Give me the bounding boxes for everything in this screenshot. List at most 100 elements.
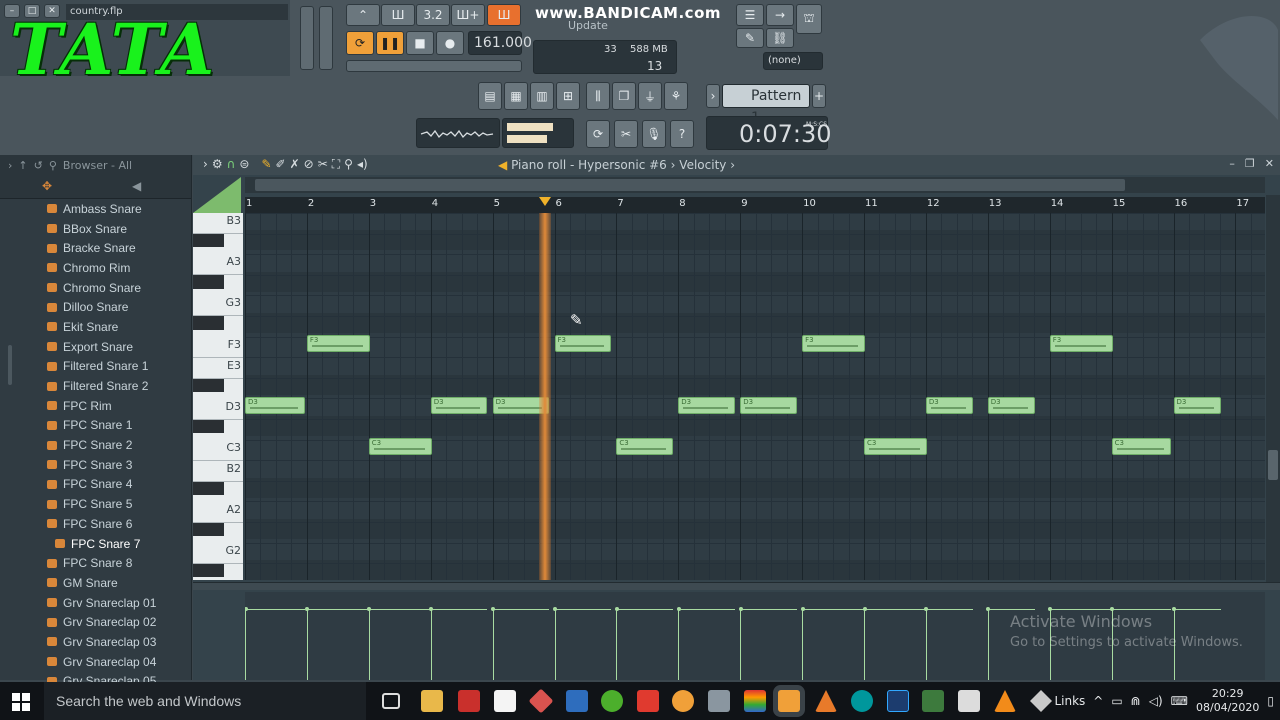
browser-item[interactable]: Filtered Snare 2	[0, 376, 192, 396]
taskbar-search-input[interactable]: Search the web and Windows	[44, 682, 366, 720]
black-key[interactable]	[193, 522, 224, 536]
note[interactable]: C3	[368, 438, 432, 455]
note[interactable]: D3	[430, 397, 488, 414]
help-button[interactable]: ?	[670, 120, 694, 148]
reset-button[interactable]: ⟳	[586, 120, 610, 148]
velocity-stem[interactable]	[987, 609, 989, 680]
note[interactable]: F3	[306, 335, 370, 352]
browser-item[interactable]: FPC Snare 3	[0, 455, 192, 475]
app-icon-3[interactable]	[958, 690, 980, 712]
note-grid[interactable]: D3 F3 C3 D3 D3 F3 C3 D3 D3 F3 C3 D3 D3 F3 C3 D3 ✎	[245, 213, 1265, 580]
black-key[interactable]	[193, 563, 224, 577]
stamp-icon[interactable]: ⊜	[239, 157, 249, 172]
vertical-scrollbar[interactable]	[1266, 195, 1280, 585]
app-icon-green[interactable]	[601, 690, 623, 712]
loop-record-button[interactable]: Ш	[487, 4, 521, 26]
velocity-stem[interactable]	[864, 609, 865, 680]
browser-item[interactable]: Dilloo Snare	[0, 297, 192, 317]
velocity-stem[interactable]	[245, 609, 246, 680]
playback-tool-icon[interactable]: ◂)	[357, 157, 368, 172]
menu-arrow-icon[interactable]: ›	[203, 157, 208, 172]
keyboard-icon[interactable]: ⌨	[1171, 694, 1188, 708]
horizontal-scrollbar[interactable]	[245, 177, 1265, 193]
wrench-icon[interactable]: ⚙	[212, 157, 223, 172]
note[interactable]: D3	[1173, 397, 1222, 414]
browser-item[interactable]: Grv Snareclap 03	[0, 632, 192, 652]
note[interactable]: F3	[802, 335, 866, 352]
browser-item[interactable]: FPC Snare 4	[0, 475, 192, 495]
browser-item[interactable]: FPC Snare 1	[0, 416, 192, 436]
playhead[interactable]	[539, 213, 552, 580]
pause-button[interactable]: ❚❚	[376, 31, 404, 55]
black-key[interactable]	[193, 275, 224, 289]
velocity-stem[interactable]	[430, 609, 432, 680]
playlist-button[interactable]: ▤	[478, 82, 502, 110]
pdf-icon[interactable]	[637, 690, 659, 712]
velocity-stem[interactable]	[492, 609, 494, 680]
wait-input-button[interactable]: Ш	[381, 4, 415, 26]
mixer-button[interactable]: ⫼	[586, 82, 610, 110]
magnet-icon[interactable]: ∩	[227, 157, 236, 172]
browser-item[interactable]: Ambass Snare	[0, 199, 192, 219]
note[interactable]: F3	[554, 335, 612, 352]
app-icon-orange[interactable]	[815, 690, 837, 712]
black-key[interactable]	[193, 481, 224, 495]
channel-rack-button[interactable]: ▦	[504, 82, 528, 110]
arrow-right-icon[interactable]: ›	[8, 159, 12, 172]
browser-item[interactable]: FPC Snare 5	[0, 494, 192, 514]
note[interactable]: C3	[616, 438, 674, 455]
pattern-add-button[interactable]: +	[812, 84, 826, 108]
battery-icon[interactable]: ▭	[1111, 694, 1122, 708]
note[interactable]: D3	[678, 397, 736, 414]
close-icon[interactable]: ✕	[1265, 157, 1274, 170]
minimize-icon[interactable]: –	[1229, 157, 1235, 170]
update-label[interactable]: Update	[568, 19, 608, 32]
velocity-stem[interactable]	[368, 609, 370, 680]
arrow-right-button[interactable]: →	[766, 4, 794, 26]
piano-keyboard[interactable]: B3 A3 G3 F3 E3 D3 C3 B2 A2 G2	[193, 213, 243, 580]
chevron-up-icon[interactable]: ^	[1093, 694, 1103, 708]
link-button[interactable]: ⛓	[766, 28, 794, 48]
note[interactable]: D3	[987, 397, 1036, 414]
velocity-stem[interactable]	[554, 609, 556, 680]
slice-tool-icon[interactable]: ✂	[318, 157, 328, 172]
step-sequencer-button[interactable]: ⊞	[556, 82, 580, 110]
velocity-stem[interactable]	[616, 609, 618, 680]
time-display[interactable]: 0:07:30 M:S:CS	[706, 116, 832, 150]
online-news-button[interactable]: ☰	[736, 4, 764, 26]
record-button[interactable]: ●	[436, 31, 464, 55]
browser-item[interactable]: Ekit Snare	[0, 317, 192, 337]
event-pane-divider[interactable]	[193, 582, 1280, 590]
app-icon-rainbow[interactable]	[744, 690, 766, 712]
app-icon-tools[interactable]	[708, 690, 730, 712]
task-view-icon[interactable]	[382, 693, 400, 709]
pattern-song-toggle[interactable]: ⟳	[346, 31, 374, 55]
browser-item[interactable]: Filtered Snare 1	[0, 357, 192, 377]
browser-item[interactable]: Bracke Snare	[0, 238, 192, 258]
browser-item[interactable]: Chromo Rim	[0, 258, 192, 278]
plugin-button[interactable]: ⏚	[638, 82, 662, 110]
browser-item[interactable]: Export Snare	[0, 337, 192, 357]
microphone-button[interactable]: 🎙	[642, 120, 666, 148]
metronome-button[interactable]: ⌃	[346, 4, 380, 26]
app-icon-gem[interactable]	[1030, 690, 1052, 712]
browser-item[interactable]: FPC Rim	[0, 396, 192, 416]
arduino-icon[interactable]	[851, 690, 873, 712]
velocity-stem[interactable]	[678, 609, 680, 680]
app-icon-red[interactable]	[458, 690, 480, 712]
note[interactable]: C3	[1111, 438, 1172, 455]
velocity-stem[interactable]	[306, 609, 308, 680]
snap-button[interactable]: 3.2	[416, 4, 450, 26]
app-icon-diamond[interactable]	[528, 688, 554, 714]
brush-icon[interactable]: ✐	[276, 157, 286, 172]
fl-studio-active-icon[interactable]	[778, 690, 800, 712]
select-tool-icon[interactable]: ⛶	[332, 157, 340, 172]
master-volume-slider[interactable]	[300, 6, 314, 70]
black-key[interactable]	[193, 233, 224, 247]
wifi-icon[interactable]: ⋒	[1131, 694, 1141, 708]
document-icon[interactable]	[494, 690, 516, 712]
midi-device-select[interactable]: (none)	[763, 52, 823, 70]
browser-item[interactable]: FPC Snare 6	[0, 514, 192, 534]
app-icon-green-tree[interactable]	[922, 690, 944, 712]
mute-tool-icon[interactable]: ⊘	[304, 157, 314, 172]
